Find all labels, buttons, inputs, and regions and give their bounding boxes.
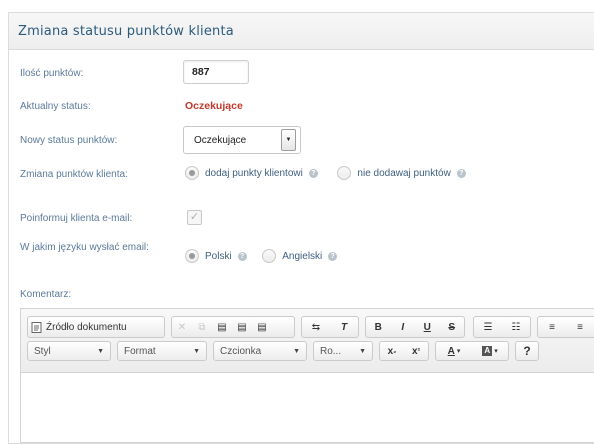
notify-checkbox[interactable]: ✓: [187, 210, 202, 225]
color-group: A ▾ A ▾: [435, 341, 509, 361]
points-value: 887: [192, 66, 210, 78]
text-color-icon[interactable]: A ▾: [436, 342, 472, 360]
script-group: x₂ x²: [379, 341, 429, 361]
help-button[interactable]: ?: [516, 342, 538, 360]
help-icon[interactable]: ?: [328, 251, 338, 261]
copy-format-icon[interactable]: ⇆: [302, 317, 330, 337]
size-combo-label: Ro...: [320, 345, 342, 357]
source-group: Źródło dokumentu: [27, 316, 165, 338]
new-status-value: Oczekujące: [194, 134, 247, 146]
radio-add-points[interactable]: dodaj punkty klientowi ?: [185, 166, 318, 180]
copy-icon[interactable]: ⧉: [192, 317, 212, 337]
radio-language-pl-control[interactable]: [185, 249, 199, 263]
radio-language-en-label: Angielski: [282, 250, 323, 262]
align-center-icon[interactable]: ≡: [566, 317, 594, 337]
list-group: ☰ ☷: [473, 316, 531, 338]
radio-language-pl-label: Polski: [205, 250, 232, 262]
editor-toolbar: Źródło dokumentu ✕ ⧉ ▤ ▤ ▤ ⇆ T B I U S ☰…: [21, 309, 594, 373]
current-status-label: Aktualny status:: [20, 101, 91, 112]
points-label: Ilość punktów:: [20, 68, 84, 79]
radio-add-points-control[interactable]: [185, 166, 199, 180]
paste-text-icon[interactable]: ▤: [232, 317, 252, 337]
current-status-value: Oczekujące: [185, 100, 243, 112]
clipboard-group: ✕ ⧉ ▤ ▤ ▤: [171, 316, 295, 338]
font-combo-label: Czcionka: [220, 345, 262, 357]
size-combo[interactable]: Ro... ▼: [313, 341, 373, 361]
basic-style-group: B I U S: [365, 316, 465, 338]
help-icon[interactable]: ?: [237, 251, 247, 261]
radio-skip-points[interactable]: nie dodawaj punktów ?: [337, 166, 466, 180]
strikethrough-icon[interactable]: S: [440, 317, 465, 337]
radio-skip-points-label: nie dodawaj punktów: [357, 167, 451, 179]
superscript-icon[interactable]: x²: [404, 342, 428, 360]
radio-language-en[interactable]: Angielski ?: [262, 249, 338, 263]
new-status-select[interactable]: Oczekujące ▼: [183, 126, 301, 154]
style-combo-label: Styl: [34, 345, 51, 357]
panel-title: Zmiana statusu punktów klienta: [18, 23, 234, 39]
radio-add-points-label: dodaj punkty klientowi: [205, 167, 303, 179]
help-icon[interactable]: ?: [456, 168, 466, 178]
format-combo[interactable]: Format ▼: [117, 341, 207, 361]
style-combo[interactable]: Styl ▼: [27, 341, 111, 361]
format-combo-label: Format: [124, 345, 156, 357]
chevron-down-icon: ▼: [293, 347, 300, 355]
chevron-down-icon: ▼: [193, 347, 200, 355]
bulleted-list-icon[interactable]: ☷: [502, 317, 530, 337]
align-group: ≡ ≡: [537, 316, 594, 338]
comment-label: Komentarz:: [20, 289, 72, 300]
help-icon[interactable]: ?: [308, 168, 318, 178]
panel-header: Zmiana statusu punktów klienta: [9, 13, 594, 50]
source-button[interactable]: Źródło dokumentu: [28, 317, 164, 337]
font-combo[interactable]: Czcionka ▼: [213, 341, 307, 361]
rich-text-editor[interactable]: Źródło dokumentu ✕ ⧉ ▤ ▤ ▤ ⇆ T B I U S ☰…: [20, 308, 594, 443]
remove-format-icon[interactable]: T: [330, 317, 358, 337]
align-left-icon[interactable]: ≡: [538, 317, 566, 337]
help-group: ?: [515, 341, 539, 361]
radio-language-en-control[interactable]: [262, 249, 277, 263]
numbered-list-icon[interactable]: ☰: [474, 317, 502, 337]
background-color-icon[interactable]: A ▾: [472, 342, 508, 360]
source-button-label: Źródło dokumentu: [46, 321, 127, 333]
chevron-down-icon: ▼: [97, 347, 104, 355]
underline-icon[interactable]: U: [415, 317, 440, 337]
cut-icon[interactable]: ✕: [172, 317, 192, 337]
format-clear-group: ⇆ T: [301, 316, 359, 338]
chevron-down-icon[interactable]: ▼: [281, 129, 296, 151]
points-input[interactable]: 887: [183, 60, 249, 84]
document-icon: [31, 321, 42, 333]
new-status-label: Nowy status punktów:: [20, 135, 118, 146]
check-icon: ✓: [189, 211, 200, 223]
radio-language-pl[interactable]: Polski ?: [185, 249, 247, 263]
subscript-icon[interactable]: x₂: [380, 342, 404, 360]
change-label: Zmiana punktów klienta:: [20, 169, 128, 180]
radio-skip-points-control[interactable]: [337, 166, 352, 180]
language-label: W jakim języku wysłać email:: [20, 242, 149, 253]
editor-content-area[interactable]: [21, 373, 594, 445]
chevron-down-icon: ▼: [359, 347, 366, 355]
paste-icon[interactable]: ▤: [212, 317, 232, 337]
paste-word-icon[interactable]: ▤: [252, 317, 272, 337]
bold-icon[interactable]: B: [366, 317, 391, 337]
italic-icon[interactable]: I: [391, 317, 416, 337]
notify-label: Poinformuj klienta e-mail:: [20, 213, 133, 224]
